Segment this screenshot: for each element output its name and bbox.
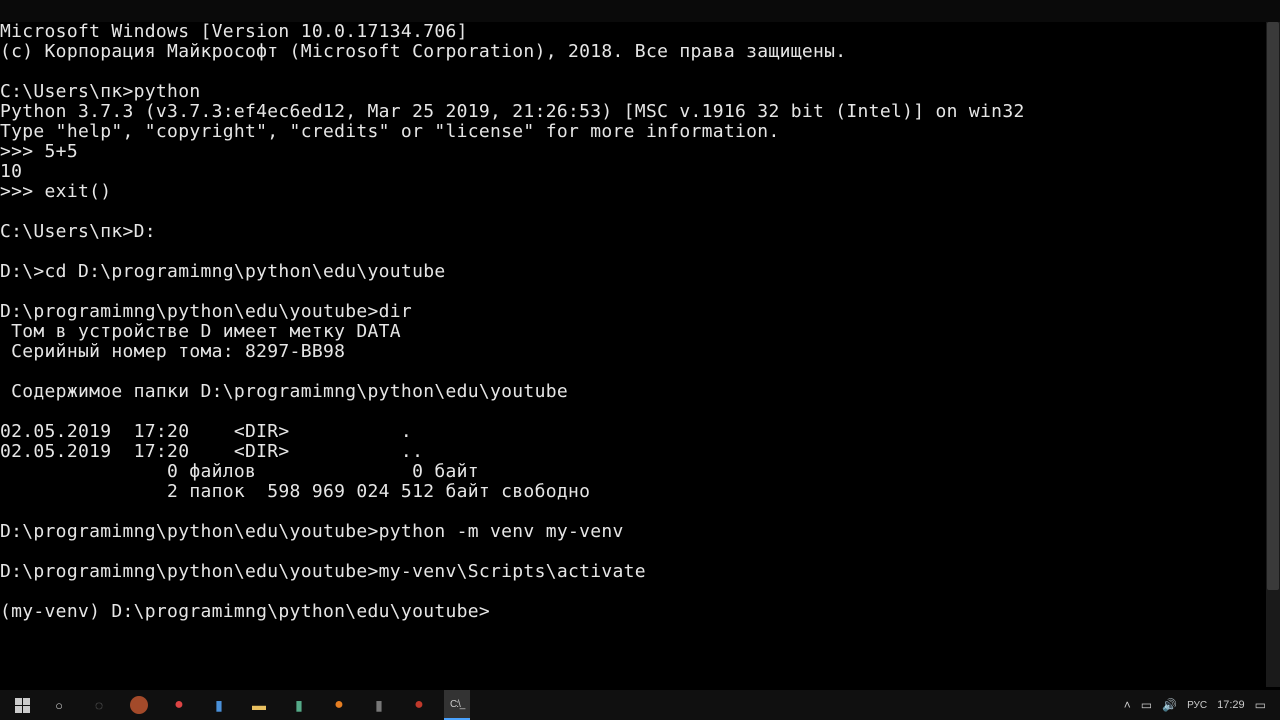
terminal-output[interactable]: Microsoft Windows [Version 10.0.17134.70…	[0, 22, 1266, 622]
terminal-line: 02.05.2019 17:20 <DIR> .	[0, 421, 412, 442]
taskbar-app[interactable]: ▮	[364, 693, 394, 717]
terminal-line: Серийный номер тома: 8297-BB98	[0, 341, 345, 362]
windows-icon	[15, 698, 30, 713]
taskbar-app[interactable]: ●	[164, 693, 194, 717]
terminal-line: Том в устройстве D имеет метку DATA	[0, 321, 401, 342]
terminal-line: Содержимое папки D:\programimng\python\e…	[0, 381, 568, 402]
terminal-prompt[interactable]: (my-venv) D:\programimng\python\edu\yout…	[0, 601, 490, 622]
file-explorer-icon[interactable]: ▬	[244, 693, 274, 717]
cmd-taskbar-button[interactable]: C:\_	[444, 690, 470, 720]
terminal-line: Microsoft Windows [Version 10.0.17134.70…	[0, 22, 468, 42]
terminal-line: Type "help", "copyright", "credits" or "…	[0, 121, 780, 142]
terminal-line: D:\programimng\python\edu\youtube>dir	[0, 301, 412, 322]
system-tray[interactable]: ˄ ▭ 🔊 РУС 17:29 ▭	[1124, 698, 1280, 712]
windows-taskbar[interactable]: ○ ◌ ● ▮ ▬ ▮ ● ▮ ● C:\_ ˄ ▭ 🔊 РУС 17:29 ▭	[0, 690, 1280, 720]
scrollbar-thumb[interactable]	[1267, 22, 1279, 590]
tray-chevron-icon[interactable]: ˄	[1124, 698, 1131, 712]
terminal-window[interactable]: Microsoft Windows [Version 10.0.17134.70…	[0, 22, 1266, 690]
firefox-icon[interactable]: ●	[324, 693, 354, 717]
terminal-line: Python 3.7.3 (v3.7.3:ef4ec6ed12, Mar 25 …	[0, 101, 1025, 122]
taskbar-app[interactable]: ▮	[204, 693, 234, 717]
language-icon[interactable]: РУС	[1187, 700, 1207, 711]
taskbar-app[interactable]: ▮	[284, 693, 314, 717]
terminal-line: D:\>cd D:\programimng\python\edu\youtube	[0, 261, 445, 282]
window-titlebar[interactable]	[0, 0, 1280, 22]
start-button[interactable]	[10, 693, 34, 717]
terminal-line: >>> 5+5	[0, 141, 78, 162]
terminal-line: D:\programimng\python\edu\youtube>my-ven…	[0, 561, 646, 582]
volume-icon[interactable]: 🔊	[1162, 698, 1177, 712]
terminal-line: C:\Users\пк>D:	[0, 221, 156, 242]
search-button[interactable]: ○	[44, 693, 74, 717]
notifications-icon[interactable]: ▭	[1255, 698, 1266, 712]
vertical-scrollbar[interactable]	[1266, 22, 1280, 690]
clock[interactable]: 17:29	[1217, 699, 1245, 711]
terminal-line: D:\programimng\python\edu\youtube>python…	[0, 521, 624, 542]
terminal-line: C:\Users\пк>python	[0, 81, 200, 102]
taskbar-app[interactable]: ●	[404, 693, 434, 717]
terminal-line: 2 папок 598 969 024 512 байт свободно	[0, 481, 590, 502]
terminal-line: 0 файлов 0 байт	[0, 461, 479, 482]
terminal-line: 02.05.2019 17:20 <DIR> ..	[0, 441, 423, 462]
terminal-line: (c) Корпорация Майкрософт (Microsoft Cor…	[0, 41, 846, 62]
terminal-line: >>> exit()	[0, 181, 111, 202]
terminal-line: 10	[0, 161, 22, 182]
taskbar-app[interactable]	[124, 693, 154, 717]
cortana-icon[interactable]: ◌	[84, 693, 114, 717]
network-icon[interactable]: ▭	[1141, 698, 1152, 712]
taskbar-left: ○ ◌ ● ▮ ▬ ▮ ● ▮ ● C:\_	[0, 690, 1124, 720]
